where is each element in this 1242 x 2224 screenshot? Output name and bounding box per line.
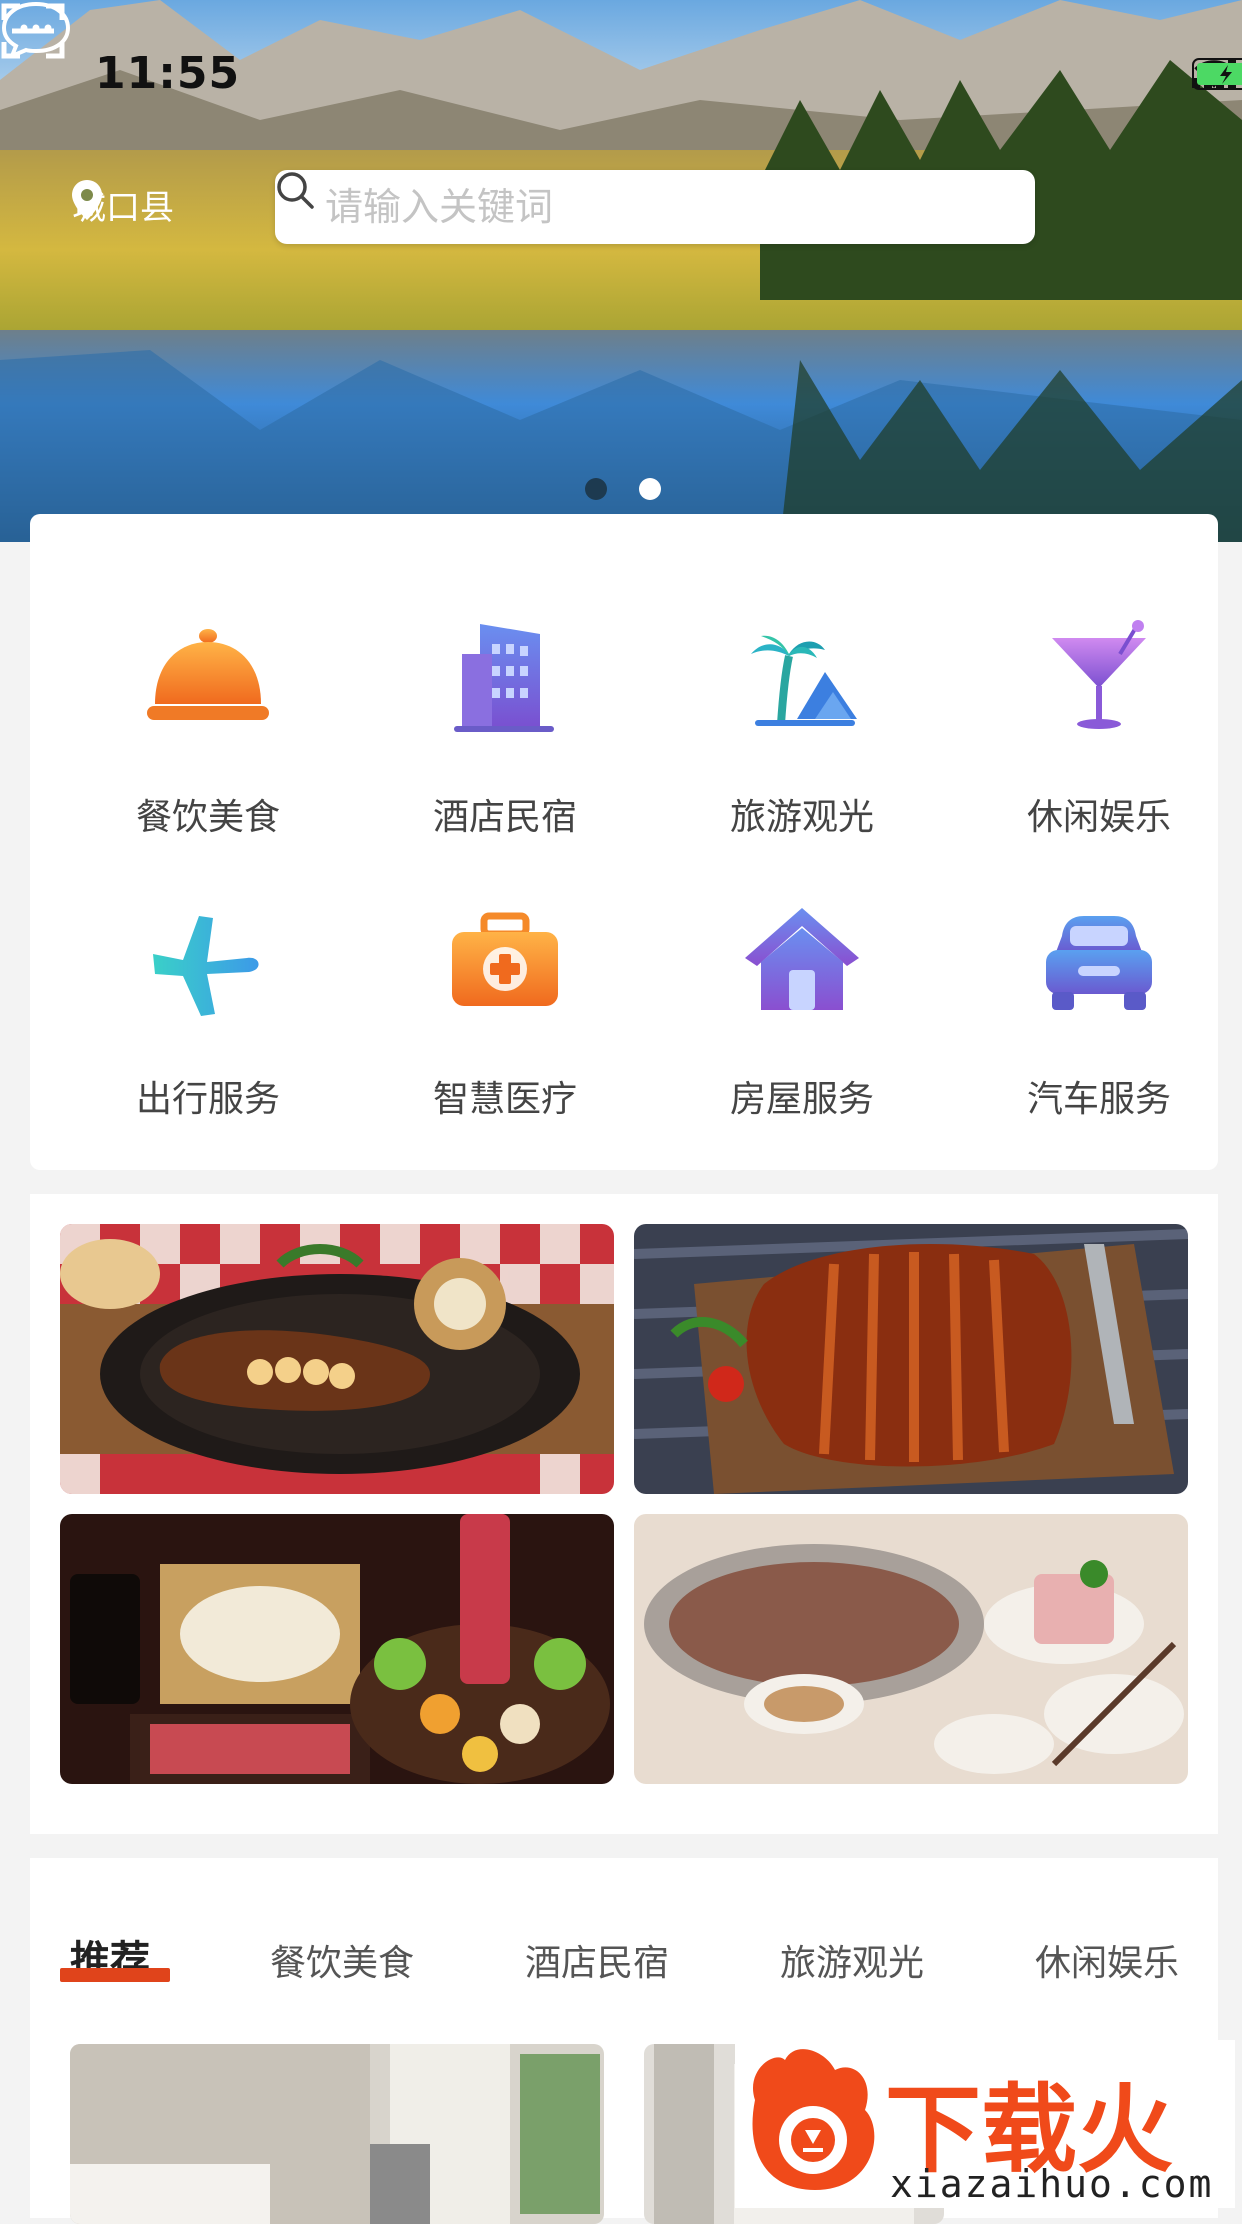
battery-icon bbox=[1192, 58, 1242, 90]
category-label: 房屋服务 bbox=[729, 1079, 874, 1120]
recommend-card-image[interactable] bbox=[70, 2044, 604, 2224]
category-auto[interactable]: 汽车服务 bbox=[979, 896, 1219, 1156]
category-label: 酒店民宿 bbox=[432, 797, 577, 838]
hotpot-ingredients-image[interactable] bbox=[60, 1514, 614, 1784]
category-travel[interactable]: 出行服务 bbox=[88, 896, 328, 1156]
message-icon[interactable] bbox=[0, 0, 72, 58]
location-pin-icon bbox=[72, 180, 102, 220]
roast-pork-image[interactable] bbox=[634, 1224, 1188, 1494]
tab-dining[interactable]: 餐饮美食 bbox=[270, 1934, 414, 1986]
category-hotel[interactable]: 酒店民宿 bbox=[385, 614, 625, 874]
medical-kit-icon bbox=[452, 912, 558, 1006]
cocktail-icon bbox=[1052, 620, 1146, 729]
category-medical[interactable]: 智慧医疗 bbox=[385, 896, 625, 1156]
pagination-dot[interactable] bbox=[585, 478, 607, 500]
cloche-icon bbox=[147, 629, 269, 720]
category-housing[interactable]: 房屋服务 bbox=[682, 896, 922, 1156]
status-time: 11:55 bbox=[95, 48, 241, 99]
hotpot-table-image[interactable] bbox=[634, 1514, 1188, 1784]
tab-leisure[interactable]: 休闲娱乐 bbox=[1035, 1934, 1179, 1986]
house-icon bbox=[745, 908, 859, 1010]
search-icon bbox=[277, 172, 314, 209]
category-label: 汽车服务 bbox=[1026, 1079, 1171, 1120]
category-dining[interactable]: 餐饮美食 bbox=[88, 614, 328, 874]
tab-tourism[interactable]: 旅游观光 bbox=[780, 1934, 924, 1986]
category-grid: 餐饮美食 酒店民宿 旅游观光 休闲娱乐 出行服务 智慧医疗 房屋服务 汽车服务 bbox=[30, 514, 1218, 1170]
active-tab-indicator bbox=[60, 1968, 170, 1982]
tab-hotel[interactable]: 酒店民宿 bbox=[525, 1934, 669, 1986]
location-selector[interactable]: 城口县 bbox=[72, 180, 174, 229]
banner-pagination bbox=[585, 478, 661, 500]
search-input[interactable] bbox=[323, 184, 967, 230]
category-label: 餐饮美食 bbox=[135, 797, 280, 838]
category-label: 智慧医疗 bbox=[432, 1079, 577, 1120]
pagination-dot-active[interactable] bbox=[639, 478, 661, 500]
airplane-icon bbox=[153, 916, 259, 1016]
steak-image[interactable] bbox=[60, 1224, 614, 1494]
food-banner-grid bbox=[30, 1194, 1218, 1834]
building-icon bbox=[454, 624, 554, 732]
category-label: 旅游观光 bbox=[729, 797, 874, 838]
watermark-url: xiazaihuo.com bbox=[890, 2162, 1214, 2206]
hero-banner[interactable]: 11:55 城口县 bbox=[0, 0, 1242, 542]
category-tourism[interactable]: 旅游观光 bbox=[682, 614, 922, 874]
palm-tree-icon bbox=[751, 635, 857, 726]
car-icon bbox=[1046, 916, 1152, 1010]
category-label: 出行服务 bbox=[135, 1079, 280, 1120]
search-bar[interactable] bbox=[275, 170, 1035, 244]
category-leisure[interactable]: 休闲娱乐 bbox=[979, 614, 1219, 874]
category-label: 休闲娱乐 bbox=[1026, 797, 1171, 838]
watermark-logo: 下载火 xiazaihuo.com bbox=[735, 2040, 1235, 2208]
